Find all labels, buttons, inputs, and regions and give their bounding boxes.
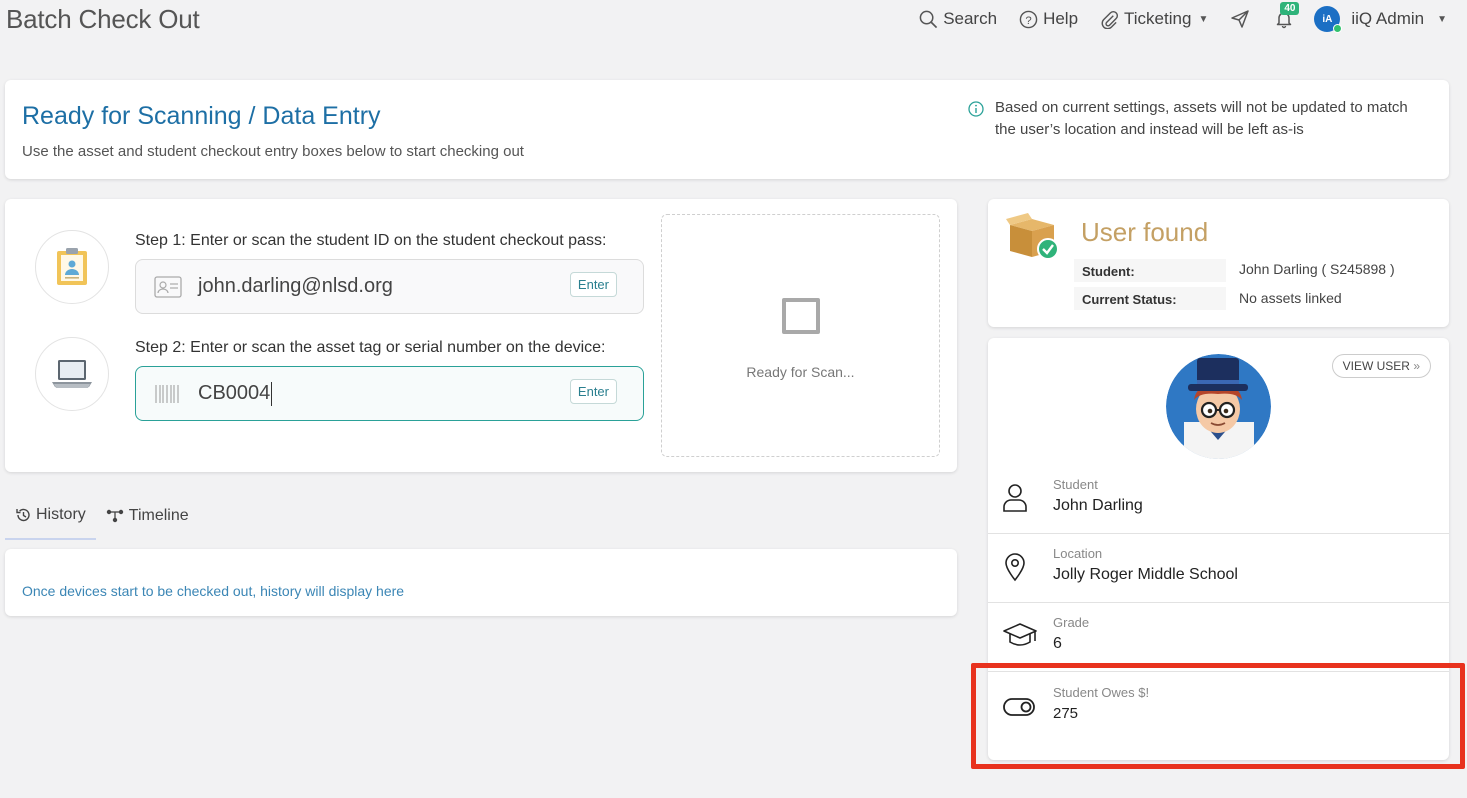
student-id-value: john.darling@nlsd.org (198, 275, 393, 297)
tab-history-label: History (36, 506, 86, 523)
grade-value: 6 (1053, 635, 1062, 652)
info-row-student: Student John Darling (988, 465, 1449, 534)
chevron-down-icon: ▼ (1198, 13, 1209, 25)
text-cursor (271, 381, 273, 406)
page-title: Batch Check Out (6, 4, 200, 34)
tab-timeline-label: Timeline (128, 507, 189, 524)
asset-tag-value: CB0004 (198, 382, 271, 404)
toggle-icon (1003, 698, 1035, 716)
info-icon (968, 101, 984, 117)
student-field-label: Student: (1074, 259, 1226, 282)
scan-placeholder-icon (782, 298, 820, 334)
view-user-button[interactable]: VIEW USER » (1331, 354, 1431, 378)
checkout-entry-card: Step 1: Enter or scan the student ID on … (5, 199, 957, 472)
status-field-label: Current Status: (1074, 287, 1226, 310)
student-label: Student (1053, 477, 1098, 492)
info-row-student-owes: Student Owes $! 275 (988, 673, 1449, 742)
top-bar: Batch Check Out Search ? Help Ticketing … (0, 0, 1467, 40)
scan-preview-area: Ready for Scan... (661, 214, 940, 457)
notification-count-badge: 40 (1280, 2, 1300, 15)
location-label: Location (1053, 546, 1103, 561)
search-button[interactable]: Search (919, 9, 997, 29)
view-user-label: VIEW USER (1342, 359, 1410, 373)
paperclip-icon (1101, 10, 1119, 29)
step2-label: Step 2: Enter or scan the asset tag or s… (135, 339, 606, 356)
laptop-icon (35, 337, 109, 411)
student-profile-card: VIEW USER » Student John Darling Locatio… (988, 338, 1449, 760)
tab-history[interactable]: History (5, 498, 96, 540)
location-pin-icon (1005, 553, 1025, 582)
double-chevron-right-icon: » (1413, 359, 1420, 373)
online-status-dot (1333, 24, 1343, 33)
help-label: Help (1043, 9, 1079, 28)
grade-label: Grade (1053, 615, 1090, 630)
student-field-value: John Darling ( S245898 ) (1239, 261, 1395, 277)
student-id-input[interactable]: john.darling@nlsd.org Enter (135, 259, 644, 314)
student-owes-value: 275 (1053, 705, 1079, 722)
paper-plane-icon (1231, 10, 1250, 28)
timeline-icon (106, 509, 123, 523)
clipboard-icon (35, 230, 109, 304)
step1-label: Step 1: Enter or scan the student ID on … (135, 232, 607, 249)
box-check-icon (1006, 213, 1059, 260)
user-name: iiQ Admin (1351, 9, 1425, 28)
id-card-icon (154, 275, 182, 298)
tab-timeline[interactable]: Timeline (96, 498, 199, 540)
user-menu[interactable]: iA iiQ Admin ▼ (1314, 6, 1447, 33)
user-found-title: User found (1081, 217, 1209, 247)
history-empty-message: Once devices start to be checked out, hi… (22, 583, 405, 599)
history-tabs: History Timeline (5, 498, 199, 540)
history-icon (16, 508, 30, 522)
send-button[interactable] (1230, 9, 1250, 29)
user-found-card: User found Student: John Darling ( S2458… (988, 199, 1449, 327)
status-field-value: No assets linked (1239, 290, 1342, 306)
banner-subtitle: Use the asset and student checkout entry… (22, 143, 524, 160)
student-name: John Darling (1053, 497, 1143, 514)
location-value: Jolly Roger Middle School (1053, 566, 1238, 583)
info-row-location: Location Jolly Roger Middle School (988, 534, 1449, 603)
user-avatar: iA (1314, 6, 1343, 33)
search-label: Search (943, 9, 998, 28)
help-button[interactable]: ? Help (1019, 9, 1078, 29)
asset-enter-button[interactable]: Enter (569, 379, 617, 404)
chevron-down-icon: ▼ (1437, 13, 1447, 25)
info-row-grade: Grade 6 (988, 603, 1449, 672)
search-icon (919, 10, 938, 28)
banner-title: Ready for Scanning / Data Entry (22, 102, 381, 130)
student-owes-label: Student Owes $! (1053, 685, 1150, 700)
graduation-cap-icon (1003, 623, 1037, 646)
person-icon (1003, 484, 1027, 512)
student-enter-button[interactable]: Enter (569, 272, 617, 297)
user-initials: iA (1322, 13, 1333, 25)
asset-tag-input[interactable]: CB0004 Enter (135, 366, 644, 421)
scanning-banner: Ready for Scanning / Data Entry Use the … (5, 80, 1449, 179)
ticketing-menu[interactable]: Ticketing ▼ (1100, 9, 1208, 29)
top-navigation: Search ? Help Ticketing ▼ 40 iA iiQ Admi… (897, 2, 1447, 33)
help-icon: ? (1019, 10, 1038, 28)
history-panel: Once devices start to be checked out, hi… (5, 549, 957, 616)
svg-text:?: ? (1025, 14, 1031, 26)
barcode-icon (155, 384, 179, 403)
notifications-button[interactable]: 40 (1274, 2, 1300, 29)
student-avatar (1166, 354, 1271, 459)
scan-status-text: Ready for Scan... (746, 364, 855, 380)
location-settings-note: Based on current settings, assets will n… (995, 99, 1408, 138)
ticketing-label: Ticketing (1124, 9, 1192, 28)
